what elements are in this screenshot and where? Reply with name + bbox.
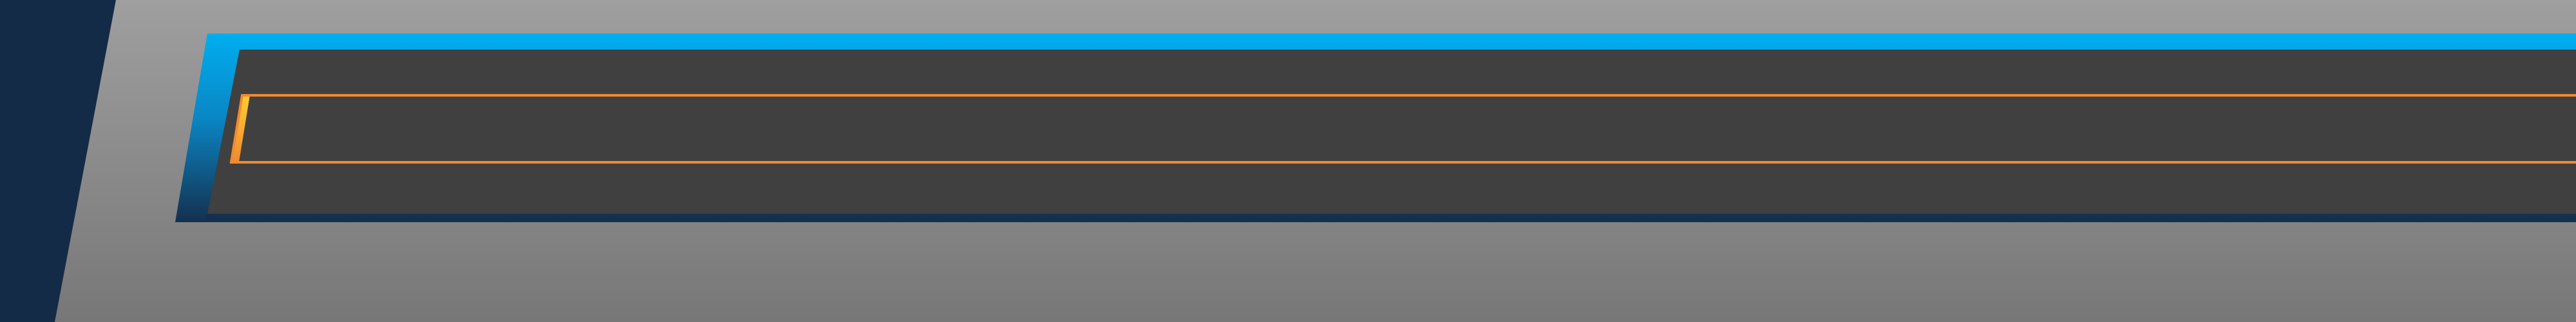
- header-panel: [175, 33, 2576, 222]
- scene-canvas: [0, 0, 2576, 322]
- panel-top-trim: [240, 33, 2576, 43]
- panel-bottom-trim: [206, 214, 2576, 222]
- screen: [0, 0, 2576, 322]
- panel-body: [207, 50, 2576, 214]
